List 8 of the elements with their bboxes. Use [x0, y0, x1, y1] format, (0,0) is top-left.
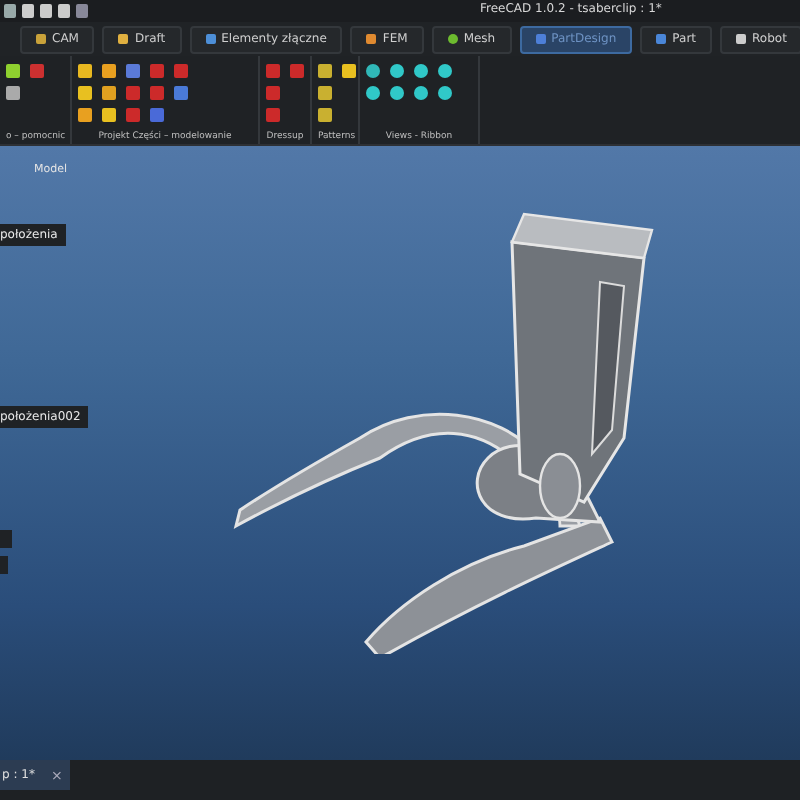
workbench-icon — [736, 34, 747, 44]
workbench-icon — [535, 34, 546, 44]
workbench-icon — [118, 34, 129, 44]
workbench-icon — [366, 34, 377, 44]
workbench-icon — [205, 34, 216, 44]
workbench-icon — [447, 34, 458, 44]
workbench-icon — [656, 34, 667, 44]
workbench-icon — [36, 34, 46, 44]
